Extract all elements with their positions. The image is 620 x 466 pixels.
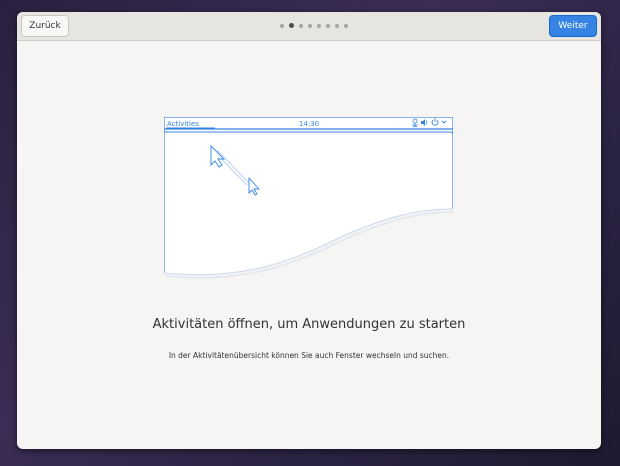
header-bar: Zurück Weiter <box>17 12 601 41</box>
page-dot <box>335 23 339 28</box>
page-title: Aktivitäten öffnen, um Anwendungen zu st… <box>152 317 466 332</box>
next-button[interactable]: Weiter <box>549 15 597 37</box>
page-dot <box>299 23 303 28</box>
page-dot <box>344 23 348 28</box>
page-dot <box>317 23 321 28</box>
page-dot <box>289 23 294 28</box>
page-dot <box>326 23 330 28</box>
page-description: In der Aktivitätenübersicht können Sie a… <box>168 351 450 360</box>
initial-setup-window: Zurück Weiter Activities 14:30 Aktivität… <box>17 12 601 449</box>
activities-label: Activities <box>167 120 199 128</box>
activities-illustration: Activities 14:30 <box>163 117 454 279</box>
page-dot <box>280 23 284 28</box>
back-button[interactable]: Zurück <box>21 15 69 37</box>
clock-label: 14:30 <box>299 120 319 128</box>
page-dot <box>308 23 312 28</box>
page-indicator <box>280 23 348 28</box>
